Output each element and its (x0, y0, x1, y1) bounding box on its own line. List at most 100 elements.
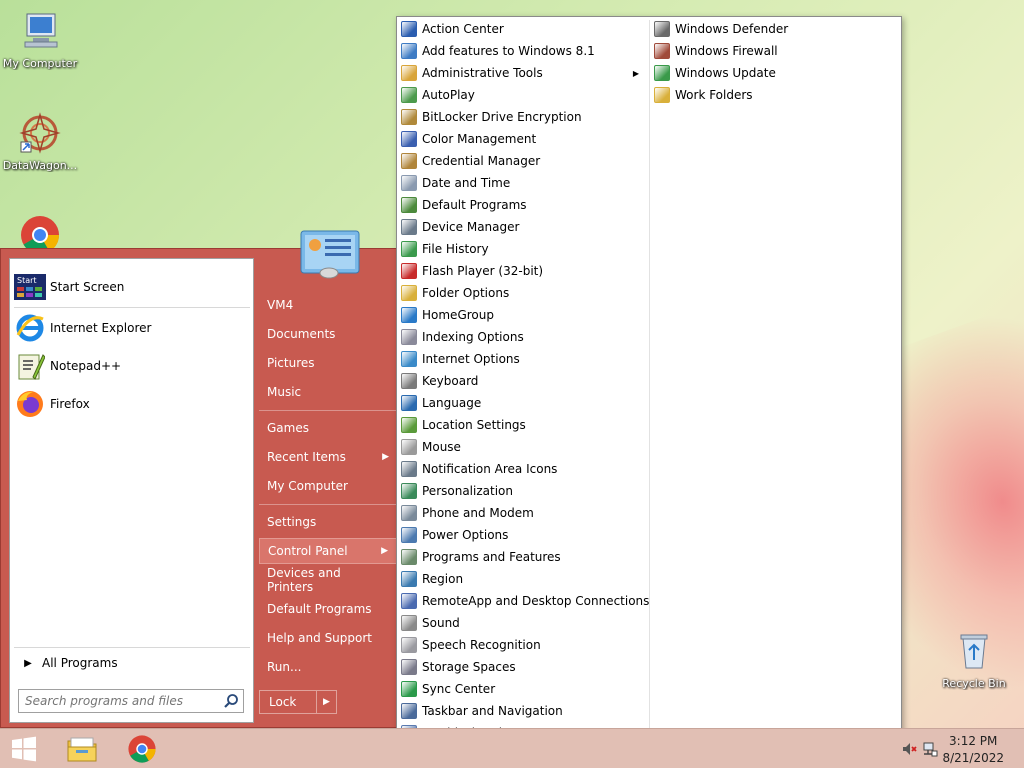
cp-item-keyboard[interactable]: Keyboard (397, 370, 645, 392)
cp-item-label: AutoPlay (422, 88, 475, 102)
cp-item-flash-player-32-bit[interactable]: Flash Player (32-bit) (397, 260, 645, 282)
cp-item-label: Flash Player (32-bit) (422, 264, 544, 278)
cp-item-sync-center[interactable]: Sync Center (397, 678, 645, 700)
cp-item-label: Add features to Windows 8.1 (422, 44, 595, 58)
cp-item-default-programs[interactable]: Default Programs (397, 194, 645, 216)
taskbar-clock[interactable]: 3:12 PM 8/21/2022 (942, 733, 1004, 767)
taskbar-file-explorer[interactable] (58, 729, 106, 768)
network-icon[interactable] (922, 741, 938, 757)
places-item-default-programs[interactable]: Default Programs (259, 596, 397, 622)
cp-item-taskbar-and-navigation[interactable]: Taskbar and Navigation (397, 700, 645, 722)
firefox-icon (17, 391, 43, 417)
taskbar-chrome[interactable] (118, 729, 166, 768)
places-item-settings[interactable]: Settings (259, 509, 397, 535)
places-item-documents[interactable]: Documents (259, 321, 397, 347)
start-menu-places-pane: VM4 Documents Pictures Music Games Recen… (259, 230, 397, 727)
places-item-pictures[interactable]: Pictures (259, 350, 397, 376)
desktop-icon-datawagon[interactable]: DataWagon... (0, 112, 80, 172)
cp-item-label: Region (422, 572, 464, 586)
cp-item-icon (401, 439, 417, 455)
cp-item-location-settings[interactable]: Location Settings (397, 414, 645, 436)
cp-item-folder-options[interactable]: Folder Options (397, 282, 645, 304)
column-separator (649, 20, 650, 765)
pinned-start-screen[interactable]: Start Start Screen (14, 270, 250, 304)
places-label: Games (267, 421, 309, 435)
start-menu-programs-pane: Start Start Screen Internet Explorer Not… (9, 258, 254, 723)
cp-item-windows-update[interactable]: Windows Update (650, 62, 900, 84)
start-menu: Start Start Screen Internet Explorer Not… (0, 230, 397, 728)
cp-item-administrative-tools[interactable]: Administrative Tools ▶ (397, 62, 645, 84)
cp-item-device-manager[interactable]: Device Manager (397, 216, 645, 238)
cp-item-notification-area-icons[interactable]: Notification Area Icons (397, 458, 645, 480)
cp-item-action-center[interactable]: Action Center (397, 18, 645, 40)
places-item-control-panel[interactable]: Control Panel ▶ (259, 538, 397, 564)
places-item-run[interactable]: Run... (259, 654, 397, 680)
places-item-my-computer[interactable]: My Computer (259, 473, 397, 499)
cp-item-date-and-time[interactable]: Date and Time (397, 172, 645, 194)
cp-item-label: HomeGroup (422, 308, 494, 322)
cp-item-storage-spaces[interactable]: Storage Spaces (397, 656, 645, 678)
cp-item-mouse[interactable]: Mouse (397, 436, 645, 458)
cp-item-label: File History (422, 242, 489, 256)
cp-item-label: Sync Center (422, 682, 496, 696)
cp-item-icon (654, 65, 670, 81)
cp-item-region[interactable]: Region (397, 568, 645, 590)
places-item-help-and-support[interactable]: Help and Support (259, 625, 397, 651)
places-item-vm4[interactable]: VM4 (259, 292, 397, 318)
windows-logo-icon (12, 736, 36, 762)
cp-item-phone-and-modem[interactable]: Phone and Modem (397, 502, 645, 524)
cp-item-label: Taskbar and Navigation (422, 704, 563, 718)
desktop-icon-my-computer[interactable]: My Computer (0, 10, 80, 70)
cp-item-homegroup[interactable]: HomeGroup (397, 304, 645, 326)
volume-muted-icon[interactable] (902, 741, 918, 757)
cp-item-icon (401, 703, 417, 719)
cp-item-windows-firewall[interactable]: Windows Firewall (650, 40, 900, 62)
cp-item-power-options[interactable]: Power Options (397, 524, 645, 546)
lock-button[interactable]: Lock (259, 690, 317, 714)
cp-item-internet-options[interactable]: Internet Options (397, 348, 645, 370)
cp-item-add-features-to-windows-8-1[interactable]: Add features to Windows 8.1 (397, 40, 645, 62)
cp-item-icon (401, 175, 417, 191)
cp-item-language[interactable]: Language (397, 392, 645, 414)
cp-item-color-management[interactable]: Color Management (397, 128, 645, 150)
places-label: Help and Support (267, 631, 372, 645)
cp-item-speech-recognition[interactable]: Speech Recognition (397, 634, 645, 656)
cp-item-credential-manager[interactable]: Credential Manager (397, 150, 645, 172)
places-item-music[interactable]: Music (259, 379, 397, 405)
places-label: Devices and Printers (267, 566, 341, 594)
cp-item-icon (654, 87, 670, 103)
cp-item-label: Storage Spaces (422, 660, 516, 674)
cp-item-file-history[interactable]: File History (397, 238, 645, 260)
cp-item-indexing-options[interactable]: Indexing Options (397, 326, 645, 348)
places-item-games[interactable]: Games (259, 415, 397, 441)
cp-item-personalization[interactable]: Personalization (397, 480, 645, 502)
cp-item-label: Windows Firewall (675, 44, 778, 58)
pinned-label: Firefox (50, 397, 90, 411)
cp-item-work-folders[interactable]: Work Folders (650, 84, 900, 106)
search-input[interactable] (19, 690, 215, 712)
search-box[interactable] (18, 689, 244, 713)
places-label: Run... (267, 660, 302, 674)
places-label: Documents (267, 327, 336, 341)
cp-item-icon (401, 395, 417, 411)
places-item-recent-items[interactable]: Recent Items ▶ (259, 444, 397, 470)
cp-item-remoteapp-and-desktop-connections[interactable]: RemoteApp and Desktop Connections (397, 590, 649, 612)
desktop-icon-recycle-bin[interactable]: Recycle Bin (934, 630, 1014, 690)
pinned-notepadpp[interactable]: Notepad++ (14, 349, 250, 383)
cp-item-bitlocker-drive-encryption[interactable]: BitLocker Drive Encryption (397, 106, 645, 128)
all-programs-button[interactable]: ▶ All Programs (14, 651, 250, 675)
start-button[interactable] (0, 729, 48, 768)
cp-item-icon (401, 307, 417, 323)
cp-item-label: BitLocker Drive Encryption (422, 110, 582, 124)
pinned-firefox[interactable]: Firefox (14, 387, 250, 421)
power-options-arrow[interactable]: ▶ (317, 690, 337, 714)
cp-item-programs-and-features[interactable]: Programs and Features (397, 546, 645, 568)
places-separator (259, 504, 397, 505)
cp-item-sound[interactable]: Sound (397, 612, 645, 634)
pinned-internet-explorer[interactable]: Internet Explorer (14, 311, 250, 345)
cp-item-windows-defender[interactable]: Windows Defender (650, 18, 900, 40)
cp-item-autoplay[interactable]: AutoPlay (397, 84, 645, 106)
search-icon[interactable] (223, 693, 239, 709)
cp-item-label: Windows Update (675, 66, 776, 80)
places-item-devices-and-printers[interactable]: Devices and Printers (259, 566, 397, 594)
